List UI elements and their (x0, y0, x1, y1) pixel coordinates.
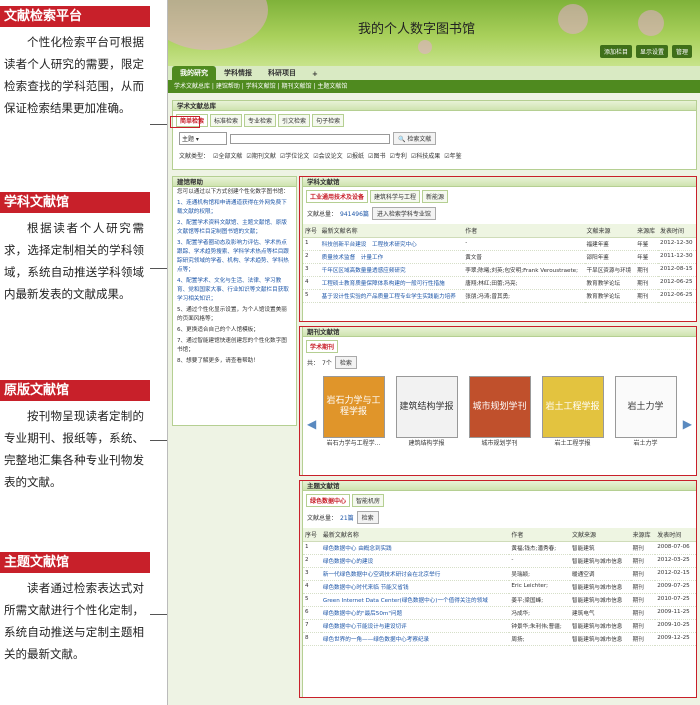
guide-title: 建馆帮助 (173, 177, 296, 187)
doc-type-row: 文献类型： ☑全部文献 ☑期刊文献 ☑学位论文 ☑会议论文 ☑报纸 ☑图书 ☑专… (173, 150, 696, 161)
tab-standard-search[interactable]: 标准检索 (210, 114, 243, 127)
field-select[interactable]: 主题 ▾ (179, 132, 227, 145)
decor-blob (418, 40, 432, 54)
manage-button[interactable]: 管理 (671, 45, 692, 58)
annotation-desc: 读者通过检索表达式对所需文献进行个性化定制，系统自动推送与定制主题相关的最新文献… (4, 581, 144, 661)
highlight-box (170, 116, 200, 128)
search-documents-label: 检索文献 (407, 136, 432, 143)
search-panel: 学术文献总库 简单检索 标准检索 专业检索 引文检索 句子检索 主题 ▾ 🔍 检… (172, 100, 697, 170)
guide-step[interactable]: 1、连通机构馆和申请通道获得在外网免费下载文献的权限； (173, 198, 296, 218)
doc-type-checkbox[interactable]: ☑年鉴 (444, 151, 461, 160)
tab-professional-search[interactable]: 专业检索 (244, 114, 277, 127)
tab-sentence-search[interactable]: 句子检索 (312, 114, 345, 127)
sub-navigation[interactable]: 学术文献总库 | 建馆帮助 | 学科文献馆 | 期刊文献馆 | 主题文献馆 (168, 80, 700, 93)
doc-type-checkbox[interactable]: ☑会议论文 (313, 151, 342, 160)
tab-my-research[interactable]: 我的研究 (172, 66, 216, 80)
doc-type-name: 学位论文 (285, 153, 310, 160)
display-settings-button[interactable]: 显示设置 (635, 45, 668, 58)
doc-type-name: 全部文献 (218, 153, 243, 160)
doc-type-checkbox[interactable]: ☑科技成果 (411, 151, 440, 160)
app-header: 我的个人数字图书馆 添加栏目 显示设置 管理 (168, 0, 700, 66)
header-buttons: 添加栏目 显示设置 管理 (599, 45, 692, 58)
search-input[interactable] (230, 133, 390, 144)
doc-type-checkbox[interactable]: ☑专利 (389, 151, 406, 160)
decor-blob (168, 0, 268, 50)
add-tab-button[interactable]: + (304, 68, 326, 80)
add-column-button[interactable]: 添加栏目 (599, 45, 632, 58)
doc-type-checkbox[interactable]: ☑图书 (368, 151, 385, 160)
search-row: 主题 ▾ 🔍 检索文献 (173, 127, 696, 150)
guide-intro: 您可以通过以下方式创建个性化数字图书馆： (177, 189, 289, 195)
annotation-tag: 文献检索平台 (0, 6, 150, 27)
doc-type-checkbox[interactable]: ☑学位论文 (280, 151, 309, 160)
doc-type-checkbox[interactable]: ☑期刊文献 (246, 151, 275, 160)
annotation-desc: 按刊物呈现读者定制的专业期刊、报纸等，系统、完整地汇集各种专业刊物发表的文献。 (4, 409, 144, 489)
field-select-value: 主题 (182, 136, 195, 143)
tab-subject-intel[interactable]: 学科情报 (216, 66, 260, 80)
doc-type-name: 图书 (373, 153, 386, 160)
guide-step[interactable]: 8、想要了解更多，请查看帮助！ (173, 356, 296, 367)
tab-research-project[interactable]: 科研项目 (260, 66, 304, 80)
guide-step[interactable]: 3、配置学者圈动态及影响力评估、学术热点跟踪、学术趋势搜索、学科学术热点等栏目跟… (173, 238, 296, 276)
annotation-topic-library: 主题文献馆 读者通过检索表达式对所需文献进行个性化定制，系统自动推送与定制主题相… (0, 552, 150, 665)
doc-type-name: 报纸 (352, 153, 365, 160)
page-title: 我的个人数字图书馆 (358, 22, 476, 37)
highlight-box (299, 176, 697, 322)
highlight-box (299, 326, 697, 476)
annotation-tag: 原版文献馆 (0, 380, 150, 401)
doc-type-name: 专利 (394, 153, 407, 160)
annotation-original-library: 原版文献馆 按刊物呈现读者定制的专业期刊、报纸等，系统、完整地汇集各种专业刊物发… (0, 380, 150, 493)
guide-panel: 建馆帮助 您可以通过以下方式创建个性化数字图书馆： 1、连通机构馆和申请通道获得… (172, 176, 297, 426)
doc-type-name: 会议论文 (318, 153, 343, 160)
guide-step[interactable]: 2、配置学术资料文献馆、主题文献馆、原版文献馆等栏目定制图书馆的文献； (173, 218, 296, 238)
doc-type-name: 期刊文献 (251, 153, 276, 160)
decor-blob (638, 10, 664, 36)
search-panel-title: 学术文献总库 (173, 101, 696, 111)
doc-type-name: 科技成果 (416, 153, 441, 160)
doc-type-label: 文献类型： (179, 153, 210, 160)
search-documents-button[interactable]: 🔍 检索文献 (393, 132, 437, 145)
guide-step[interactable]: 6、更换适合自己的个人馆模板； (173, 325, 296, 336)
tab-citation-search[interactable]: 引文检索 (278, 114, 311, 127)
doc-type-name: 年鉴 (449, 153, 462, 160)
annotation-search-platform: 文献检索平台 个性化检索平台可根据读者个人研究的需要，限定检索查找的学科范围，从… (0, 6, 150, 119)
highlight-box (299, 480, 697, 698)
doc-type-checkbox[interactable]: ☑全部文献 (213, 151, 242, 160)
decor-blob (558, 4, 588, 34)
doc-type-checkbox[interactable]: ☑报纸 (347, 151, 364, 160)
guide-step[interactable]: 4、配置学术、文化与生活、法律、学习教育、党和国家大事、行业知识等文献栏目获取学… (173, 276, 296, 305)
annotation-desc: 根据读者个人研究需求，选择定制相关的学科领域，系统自动推送学科领域内最新发表的文… (4, 221, 144, 301)
annotation-tag: 学科文献馆 (0, 192, 150, 213)
annotation-tag: 主题文献馆 (0, 552, 150, 573)
guide-step[interactable]: 7、通过智能建馆快速创建您的个性化数字图书馆； (173, 336, 296, 356)
search-mode-tabs: 简单检索 标准检索 专业检索 引文检索 句子检索 (173, 111, 696, 127)
guide-step[interactable]: 5、通过个性化显示设置，为个人馆设置美丽的页面风格等； (173, 305, 296, 325)
annotation-desc: 个性化检索平台可根据读者个人研究的需要，限定检索查找的学科范围，从而保证检索结果… (4, 35, 144, 115)
annotation-subject-library: 学科文献馆 根据读者个人研究需求，选择定制相关的学科领域，系统自动推送学科领域内… (0, 192, 150, 305)
main-tabs: 我的研究 学科情报 科研项目 + (168, 66, 700, 80)
